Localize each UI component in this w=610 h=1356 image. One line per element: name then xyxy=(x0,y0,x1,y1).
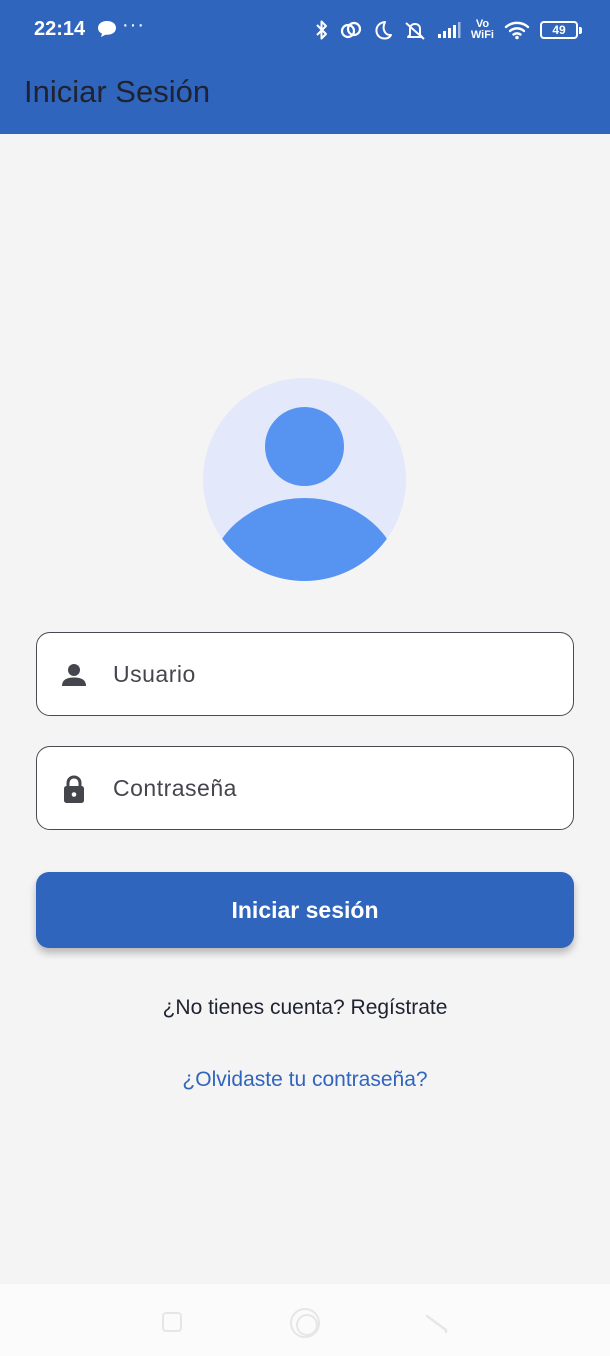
recents-icon[interactable] xyxy=(162,1312,182,1332)
wifi-icon xyxy=(504,21,530,40)
home-icon[interactable] xyxy=(290,1308,320,1338)
avatar-head xyxy=(265,407,344,486)
moon-icon xyxy=(375,21,392,40)
username-input[interactable] xyxy=(113,653,553,695)
vowifi-bottom-label: WiFi xyxy=(470,29,494,41)
battery-level: 49 xyxy=(552,23,566,37)
back-icon[interactable] xyxy=(424,1310,450,1336)
register-link[interactable]: ¿No tienes cuenta? Regístrate xyxy=(0,996,610,1020)
alarm-off-icon xyxy=(405,22,425,40)
link-icon xyxy=(340,21,361,39)
battery-icon: 49 xyxy=(540,21,582,39)
app-bar: 22:14 ··· Vo WiFi 49 Iniciar Sesión xyxy=(0,0,610,134)
page-title: Iniciar Sesión xyxy=(24,74,211,109)
password-input[interactable] xyxy=(113,767,553,809)
user-avatar-icon xyxy=(203,378,406,581)
chat-bubble-icon xyxy=(98,21,116,37)
system-nav-bar xyxy=(0,1284,610,1356)
username-field[interactable] xyxy=(36,632,574,716)
login-button-label: Iniciar sesión xyxy=(231,897,379,923)
person-icon xyxy=(62,664,86,686)
status-system-icons: Vo WiFi 49 xyxy=(315,16,582,44)
status-bar: 22:14 ··· Vo WiFi 49 xyxy=(0,0,610,60)
password-field[interactable] xyxy=(36,746,574,830)
bluetooth-icon xyxy=(316,20,327,40)
more-dots-icon: ··· xyxy=(122,14,145,36)
lock-icon xyxy=(64,775,84,803)
forgot-password-link[interactable]: ¿Olvidaste tu contraseña? xyxy=(0,1068,610,1092)
avatar-body xyxy=(208,498,401,581)
status-time: 22:14 xyxy=(34,18,86,40)
vowifi-icon: Vo WiFi xyxy=(471,19,494,41)
signal-icon xyxy=(437,22,461,38)
login-button[interactable]: Iniciar sesión xyxy=(36,872,574,948)
